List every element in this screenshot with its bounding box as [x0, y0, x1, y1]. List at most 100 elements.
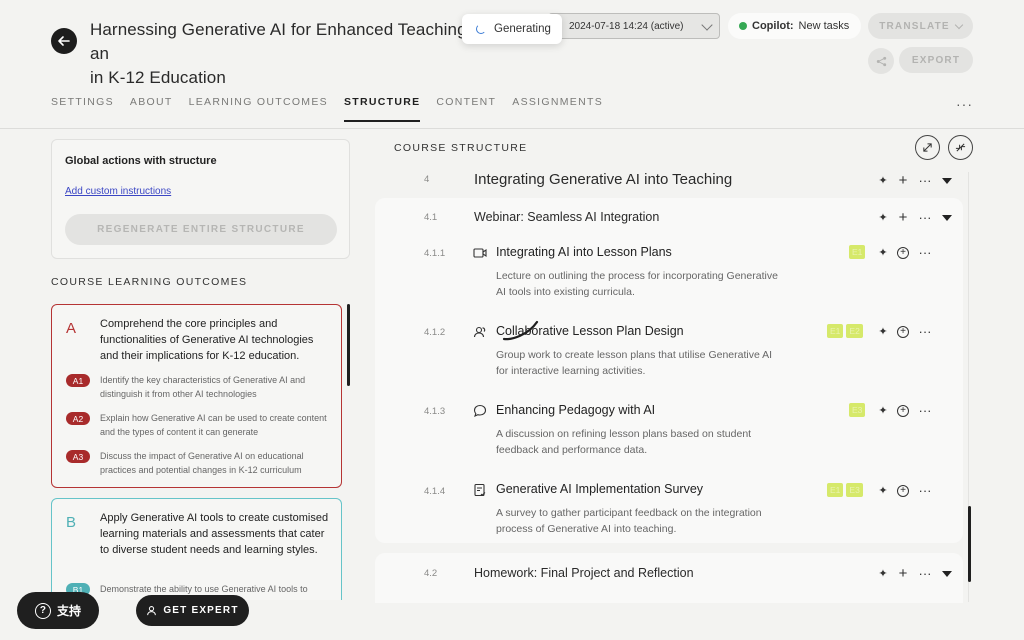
- course-structure-title: COURSE STRUCTURE: [394, 142, 528, 154]
- activity-description: Lecture on outlining the process for inc…: [496, 270, 778, 298]
- outcome-text: Apply Generative AI tools to create cust…: [100, 512, 329, 556]
- activity-title[interactable]: Enhancing Pedagogy with AI: [496, 403, 655, 417]
- collapse-caret-icon[interactable]: [942, 570, 952, 577]
- module-controls: ✦ + ···: [874, 173, 952, 188]
- outcome-badges: E1: [849, 245, 866, 259]
- copilot-button[interactable]: Copilot: New tasks: [728, 13, 861, 39]
- copilot-label: Copilot:: [752, 20, 794, 32]
- outcome-badges: E1 E2: [827, 324, 863, 338]
- outcome-badge: E3: [849, 403, 866, 417]
- expand-icon: [923, 143, 932, 152]
- activity-controls: ✦ + ···: [874, 245, 936, 260]
- add-circle-icon[interactable]: +: [897, 325, 909, 338]
- sub-outcome-badge: A2: [66, 412, 90, 425]
- learning-outcomes-title: COURSE LEARNING OUTCOMES: [51, 276, 248, 288]
- tab-settings[interactable]: SETTINGS: [51, 96, 114, 122]
- add-circle-icon[interactable]: +: [897, 484, 909, 497]
- sparkle-icon[interactable]: ✦: [874, 211, 892, 224]
- activity-number: 4.1.3: [424, 406, 446, 417]
- more-options-icon[interactable]: ···: [914, 566, 936, 581]
- get-expert-button[interactable]: GET EXPERT: [136, 595, 249, 626]
- tab-bar: SETTINGS ABOUT LEARNING OUTCOMES STRUCTU…: [51, 96, 619, 122]
- more-options-icon[interactable]: ···: [914, 483, 936, 498]
- collapse-all-button[interactable]: [948, 135, 973, 160]
- back-button[interactable]: [51, 28, 77, 54]
- outcome-letter: B: [66, 514, 77, 531]
- sub-outcome-text: Demonstrate the ability to use Generativ…: [100, 584, 308, 594]
- help-icon: ?: [34, 602, 51, 619]
- tab-about[interactable]: ABOUT: [130, 96, 173, 122]
- sub-outcome-text: Explain how Generative AI can be used to…: [100, 413, 327, 437]
- tab-content[interactable]: CONTENT: [436, 96, 496, 122]
- global-actions-card: Global actions with structure Add custom…: [51, 139, 350, 259]
- add-circle-icon[interactable]: +: [897, 246, 909, 259]
- activity-number: 4.1.4: [424, 486, 446, 497]
- tab-structure[interactable]: STRUCTURE: [343, 96, 421, 122]
- sparkle-icon[interactable]: ✦: [874, 404, 892, 417]
- sub-outcome-badge: A1: [66, 374, 90, 387]
- section-number: 4.1: [424, 212, 438, 223]
- more-options-icon[interactable]: ···: [914, 324, 936, 339]
- activity-number: 4.1.2: [424, 327, 446, 338]
- outcome-card-a[interactable]: A Comprehend the core principles and fun…: [51, 304, 342, 488]
- outcome-badge: E1: [827, 324, 844, 338]
- learning-outcomes-list[interactable]: A Comprehend the core principles and fun…: [51, 304, 351, 600]
- section-controls: ✦ + ···: [874, 210, 952, 225]
- tab-learning-outcomes[interactable]: LEARNING OUTCOMES: [189, 96, 328, 122]
- outcome-badges: E1 E3: [827, 483, 863, 497]
- translate-label: TRANSLATE: [879, 20, 950, 32]
- collapse-caret-icon[interactable]: [942, 214, 952, 221]
- more-options-icon[interactable]: ···: [956, 96, 973, 112]
- export-button[interactable]: EXPORT: [899, 47, 973, 73]
- more-options-icon[interactable]: ···: [914, 403, 936, 418]
- outcome-badge: E1: [849, 245, 866, 259]
- sub-outcome-text: Discuss the impact of Generative AI on e…: [100, 451, 304, 475]
- more-options-icon[interactable]: ···: [914, 245, 936, 260]
- section-number: 4.2: [424, 568, 438, 579]
- section-controls: ✦ + ···: [874, 566, 952, 581]
- chat-icon: [473, 404, 487, 418]
- right-scrollbar[interactable]: [968, 506, 971, 582]
- more-options-icon[interactable]: ···: [914, 210, 936, 225]
- share-button[interactable]: [868, 48, 894, 74]
- tabs-divider: [0, 128, 1024, 129]
- collapse-caret-icon[interactable]: [942, 177, 952, 184]
- activity-controls: ✦ + ···: [874, 403, 936, 418]
- sparkle-icon[interactable]: ✦: [874, 174, 892, 187]
- add-custom-instructions-link[interactable]: Add custom instructions: [65, 186, 171, 197]
- expand-all-button[interactable]: [915, 135, 940, 160]
- more-options-icon[interactable]: ···: [914, 173, 936, 188]
- module-title[interactable]: Integrating Generative AI into Teaching: [474, 171, 732, 188]
- translate-button[interactable]: TRANSLATE: [868, 13, 973, 39]
- pen-cursor-mark: [502, 320, 539, 341]
- section-title[interactable]: Webinar: Seamless AI Integration: [474, 210, 659, 224]
- version-select[interactable]: 2024-07-18 14:24 (active): [548, 13, 720, 39]
- outcome-badge: E2: [846, 324, 863, 338]
- outcome-text: Comprehend the core principles and funct…: [100, 318, 314, 362]
- left-scrollbar[interactable]: [347, 304, 350, 386]
- outcome-card-b[interactable]: B Apply Generative AI tools to create cu…: [51, 498, 342, 600]
- page-title-line-2: in K-12 Education: [90, 68, 226, 87]
- user-icon: [147, 606, 157, 616]
- group-icon: [473, 326, 486, 338]
- regenerate-structure-button[interactable]: REGENERATE ENTIRE STRUCTURE: [65, 214, 337, 245]
- activity-title[interactable]: Integrating AI into Lesson Plans: [496, 245, 672, 259]
- activity-title[interactable]: Generative AI Implementation Survey: [496, 482, 703, 496]
- add-icon[interactable]: +: [892, 173, 914, 188]
- tab-assignments[interactable]: ASSIGNMENTS: [512, 96, 603, 122]
- add-icon[interactable]: +: [892, 210, 914, 225]
- sparkle-icon[interactable]: ✦: [874, 325, 892, 338]
- sparkle-icon[interactable]: ✦: [874, 246, 892, 259]
- activity-description: A survey to gather participant feedback …: [496, 507, 762, 535]
- collapse-icon: [955, 143, 966, 152]
- spinner-icon: [476, 24, 486, 34]
- outcome-badge: E3: [846, 483, 863, 497]
- sparkle-icon[interactable]: ✦: [874, 567, 892, 580]
- survey-icon: [474, 483, 486, 497]
- add-icon[interactable]: +: [892, 566, 914, 581]
- chevron-down-icon: [954, 20, 964, 29]
- support-button[interactable]: ? 支持: [17, 592, 99, 629]
- section-title[interactable]: Homework: Final Project and Reflection: [474, 566, 694, 580]
- sparkle-icon[interactable]: ✦: [874, 484, 892, 497]
- add-circle-icon[interactable]: +: [897, 404, 909, 417]
